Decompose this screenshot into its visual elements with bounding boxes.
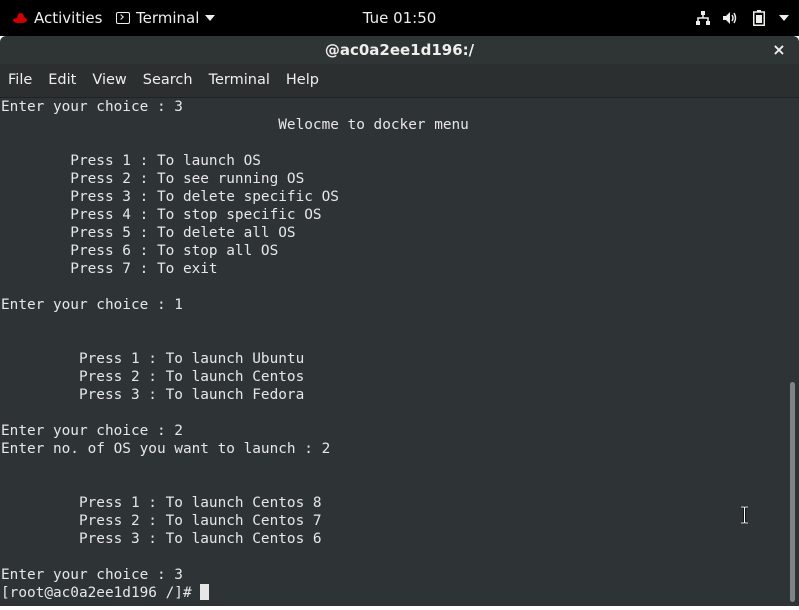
menu-help[interactable]: Help (278, 64, 327, 97)
terminal-line: Enter your choice : 3 (1, 99, 183, 115)
terminal-line: Enter your choice : 2 (1, 423, 183, 439)
window-header: @ac0a2ee1d196:/ × (0, 36, 799, 64)
clock-label: Tue 01:50 (362, 9, 437, 27)
volume-icon[interactable] (723, 10, 739, 26)
window-bottom-edge (0, 606, 799, 610)
terminal-line: Welocme to docker menu (1, 117, 469, 133)
terminal-line: Press 5 : To delete all OS (1, 225, 296, 241)
terminal-line: Enter your choice : 1 (1, 297, 183, 313)
text-cursor-icon (741, 506, 748, 524)
battery-icon[interactable] (751, 10, 767, 26)
terminal-line: Press 6 : To stop all OS (1, 243, 279, 259)
system-menu-caret-icon[interactable] (779, 15, 789, 21)
terminal-lines: Enter your choice : 3 Welocme to docker … (0, 98, 786, 584)
terminal-line: Press 3 : To delete specific OS (1, 189, 339, 205)
terminal-prompt-line[interactable]: [root@ac0a2ee1d196 /]# (0, 584, 786, 602)
terminal-line: Press 2 : To launch Centos 7 (1, 513, 322, 529)
terminal-line: Press 3 : To launch Centos 6 (1, 531, 322, 547)
top-bar: Activities Terminal Tue 01:50 (0, 0, 799, 36)
menu-edit[interactable]: Edit (40, 64, 84, 97)
clock[interactable]: Tue 01:50 (0, 0, 799, 36)
scrollbar[interactable] (786, 98, 799, 606)
menu-search[interactable]: Search (135, 64, 201, 97)
terminal-line: Press 3 : To launch Fedora (1, 387, 305, 403)
terminal-line: Enter your choice : 3 (1, 567, 183, 583)
window-title: @ac0a2ee1d196:/ (324, 41, 475, 59)
terminal-line: Press 7 : To exit (1, 261, 218, 277)
menu-file[interactable]: File (0, 64, 40, 97)
terminal-line: Press 1 : To launch OS (1, 153, 261, 169)
terminal-prompt: [root@ac0a2ee1d196 /]# (1, 585, 201, 601)
terminal-line: Press 2 : To see running OS (1, 171, 305, 187)
network-icon[interactable] (695, 10, 711, 26)
close-icon[interactable]: × (769, 40, 789, 60)
terminal-line: Press 4 : To stop specific OS (1, 207, 322, 223)
menu-view[interactable]: View (84, 64, 134, 97)
menu-bar: File Edit View Search Terminal Help (0, 64, 799, 98)
terminal-line: Press 1 : To launch Ubuntu (1, 351, 305, 367)
terminal-line: Press 1 : To launch Centos 8 (1, 495, 322, 511)
terminal-cursor (200, 584, 210, 600)
scrollbar-thumb[interactable] (790, 382, 795, 602)
terminal-line: Press 2 : To launch Centos (1, 369, 305, 385)
system-tray[interactable] (695, 0, 789, 36)
terminal-line: Enter no. of OS you want to launch : 2 (1, 441, 331, 457)
menu-terminal[interactable]: Terminal (201, 64, 278, 97)
terminal-output[interactable]: Enter your choice : 3 Welocme to docker … (0, 98, 786, 606)
